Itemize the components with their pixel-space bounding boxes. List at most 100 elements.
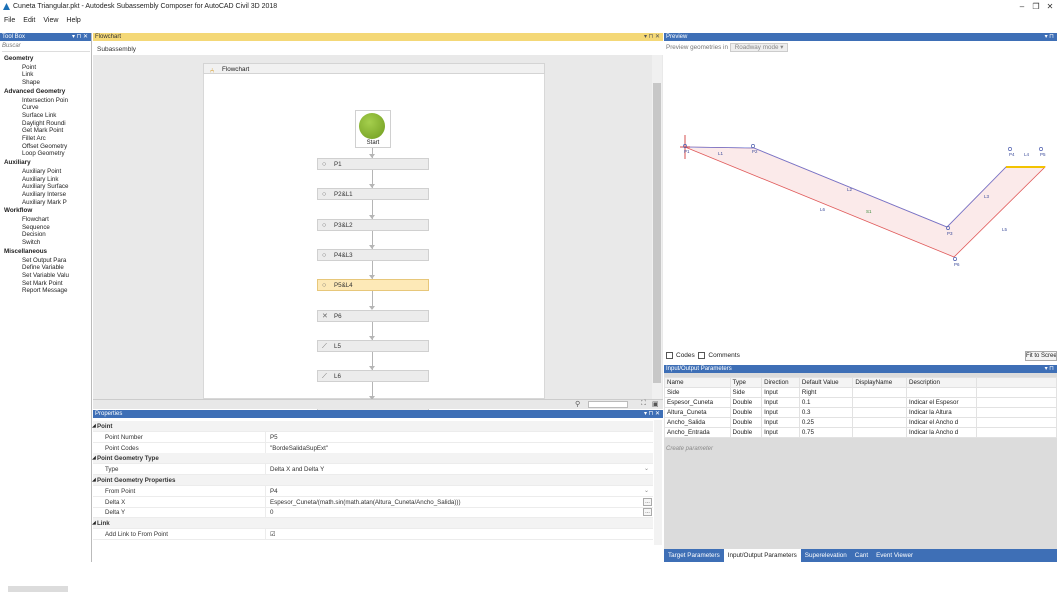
table-cell[interactable]: Double [729, 427, 763, 438]
pane-controls-icon[interactable]: ▾ ⊓ ✕ [644, 410, 660, 418]
property-value[interactable]: 0 [265, 507, 651, 519]
toolbox-item[interactable]: ◆Decision [22, 231, 92, 238]
flowchart-node[interactable]: ○ P3&L2 [317, 218, 429, 231]
flowchart-node[interactable]: ⟋ L6 [317, 370, 429, 383]
property-category[interactable]: Point ◢ [92, 421, 653, 432]
collapse-icon[interactable]: ◢ [92, 453, 96, 464]
collapse-icon[interactable]: ◢ [92, 475, 96, 486]
table-cell[interactable]: Side [664, 387, 731, 398]
property-row[interactable]: Delta X Espesor_Cuneta/(math.sin(math.ata… [93, 496, 653, 508]
bottom-tab[interactable]: Input/Output Parameters [723, 549, 801, 562]
table-cell[interactable]: Input [761, 427, 800, 438]
table-cell[interactable] [905, 387, 978, 398]
menu-help[interactable]: Help [62, 14, 84, 28]
expression-editor-button[interactable]: … [643, 508, 652, 517]
create-parameter-input[interactable]: Create parameter [666, 446, 713, 452]
column-header[interactable]: Description [905, 377, 978, 388]
table-row[interactable]: Side Side Input Right [664, 387, 1057, 398]
column-header[interactable]: Name [664, 377, 731, 388]
toolbox-item[interactable]: ◇Auxiliary Surface [22, 183, 92, 190]
flowchart-canvas[interactable]: ⑃ Flowchart Start ○ P1 ○ P2&L1 ○ P3&L2 ○ P4&L3 ○ P… [93, 55, 663, 413]
table-row[interactable]: Ancho_Entrada Double Input 0.75 Indicar la A… [664, 427, 1057, 438]
table-cell[interactable]: Indicar el Espesor [905, 397, 978, 408]
close-button[interactable]: ✕ [1043, 1, 1057, 13]
properties-scrollbar[interactable] [654, 420, 662, 545]
collapse-icon[interactable]: ◢ [92, 518, 96, 529]
toolbox-item[interactable]: ◇Set Output Para [22, 257, 92, 264]
collapse-icon[interactable]: ◢ [92, 421, 96, 432]
column-header[interactable]: Direction [761, 377, 800, 388]
property-row[interactable]: Add Link to From Point ☑ [93, 529, 653, 540]
toolbox-item[interactable]: ◇Loop Geometry [22, 150, 92, 157]
minimize-button[interactable]: – [1015, 1, 1029, 13]
toolbox-category[interactable]: Auxiliary [4, 159, 31, 166]
property-row[interactable]: Point Codes "BordeSalidaSupExt" [93, 442, 653, 454]
menu-edit[interactable]: Edit [19, 14, 39, 28]
toolbox-category[interactable]: Miscellaneous [4, 248, 47, 255]
toolbox-item[interactable]: ◇Auxiliary Interse [22, 191, 92, 198]
toolbox-category[interactable]: Geometry [4, 55, 33, 62]
table-cell[interactable]: Double [729, 397, 763, 408]
menu-file[interactable]: File [0, 14, 19, 28]
flowchart-node[interactable]: ⟋ L5 [317, 339, 429, 352]
preview-mode-select[interactable]: Roadway mode ▾ [729, 43, 789, 52]
table-cell[interactable]: Right [798, 387, 854, 398]
property-category[interactable]: Link ◢ [92, 518, 653, 530]
flowchart-node[interactable]: ○ P5&L4 [317, 279, 429, 292]
pane-controls-icon[interactable]: ▾ ⊓ [1045, 365, 1054, 373]
expression-editor-button[interactable]: … [643, 497, 652, 506]
table-cell[interactable]: Espesor_Cuneta [664, 397, 731, 408]
table-cell[interactable]: Double [729, 407, 763, 418]
table-row[interactable]: Altura_Cuneta Double Input 0.3 Indicar la Al… [664, 407, 1057, 418]
menu-view[interactable]: View [39, 14, 62, 28]
table-cell[interactable]: Input [761, 387, 800, 398]
bottom-tab[interactable]: Event Viewer [872, 549, 917, 562]
toolbox-item[interactable]: ◇Surface Link [22, 112, 92, 119]
pane-controls-icon[interactable]: ▾ ⊓ ✕ [72, 33, 88, 41]
toolbox-item[interactable]: ◇Get Mark Point [22, 127, 92, 134]
toolbox-item[interactable]: ⟋Link [22, 71, 92, 78]
toolbox-item[interactable]: ▭Shape [22, 79, 92, 86]
toolbox-item[interactable]: ◇Daylight Roundi [22, 120, 92, 127]
toolbox-category[interactable]: Workflow [4, 207, 32, 214]
table-cell[interactable]: Input [761, 417, 800, 428]
column-header[interactable]: Type [729, 377, 763, 388]
table-cell[interactable]: Side [729, 387, 763, 398]
bottom-tab[interactable]: Superelevation [801, 549, 851, 562]
table-cell[interactable] [852, 397, 907, 408]
table-cell[interactable]: Indicar la Ancho d [905, 427, 978, 438]
table-row[interactable]: Ancho_Salida Double Input 0.25 Indicar el An… [664, 417, 1057, 428]
property-row[interactable]: Point Number P5 [93, 431, 653, 443]
table-cell[interactable]: Indicar el Ancho d [905, 417, 978, 428]
toolbox-item[interactable]: ⑃Flowchart [22, 216, 92, 223]
toolbox-item[interactable]: ◇Offset Geometry [22, 143, 92, 150]
flowchart-scroll-thumb[interactable] [653, 83, 661, 383]
toolbox-item[interactable]: ◇Fillet Arc [22, 135, 92, 142]
codes-checkbox[interactable] [666, 352, 673, 359]
table-cell[interactable]: Ancho_Entrada [664, 427, 731, 438]
bottom-tab[interactable]: Cant [851, 549, 872, 562]
table-cell[interactable]: Altura_Cuneta [664, 407, 731, 418]
table-cell[interactable]: 0.1 [798, 397, 854, 408]
table-row[interactable]: Espesor_Cuneta Double Input 0.1 Indicar el E… [664, 397, 1057, 408]
toolbox-item[interactable]: ◇Curve [22, 104, 92, 111]
zoom-icon[interactable]: ⚲ [575, 400, 580, 408]
toolbox-item[interactable]: ◇Report Message [22, 287, 92, 294]
property-value[interactable]: "BordeSalidaSupExt" [265, 442, 651, 454]
toolbox-item[interactable]: ◇Define Variable [22, 264, 92, 271]
toolbox-item[interactable]: ◇Set Mark Point [22, 280, 92, 287]
property-value[interactable]: Delta X and Delta Y [265, 464, 651, 476]
toolbox-item[interactable]: ⇌Switch [22, 239, 92, 246]
toolbox-item[interactable]: ○Point [22, 64, 92, 71]
table-cell[interactable] [852, 407, 907, 418]
table-cell[interactable]: Input [761, 397, 800, 408]
pane-controls-icon[interactable]: ▾ ⊓ ✕ [644, 33, 660, 41]
toolbox-item[interactable]: ◇Auxiliary Point [22, 168, 92, 175]
toolbox-search-input[interactable]: Buscar [2, 43, 90, 52]
property-value[interactable]: P4 [265, 485, 651, 497]
dropdown-icon[interactable]: ⌄ [644, 486, 649, 497]
property-row[interactable]: Type Delta X and Delta Y ⌄ [93, 464, 653, 476]
pane-controls-icon[interactable]: ▾ ⊓ [1045, 33, 1054, 41]
table-cell[interactable] [852, 427, 907, 438]
table-cell[interactable]: 0.75 [798, 427, 854, 438]
